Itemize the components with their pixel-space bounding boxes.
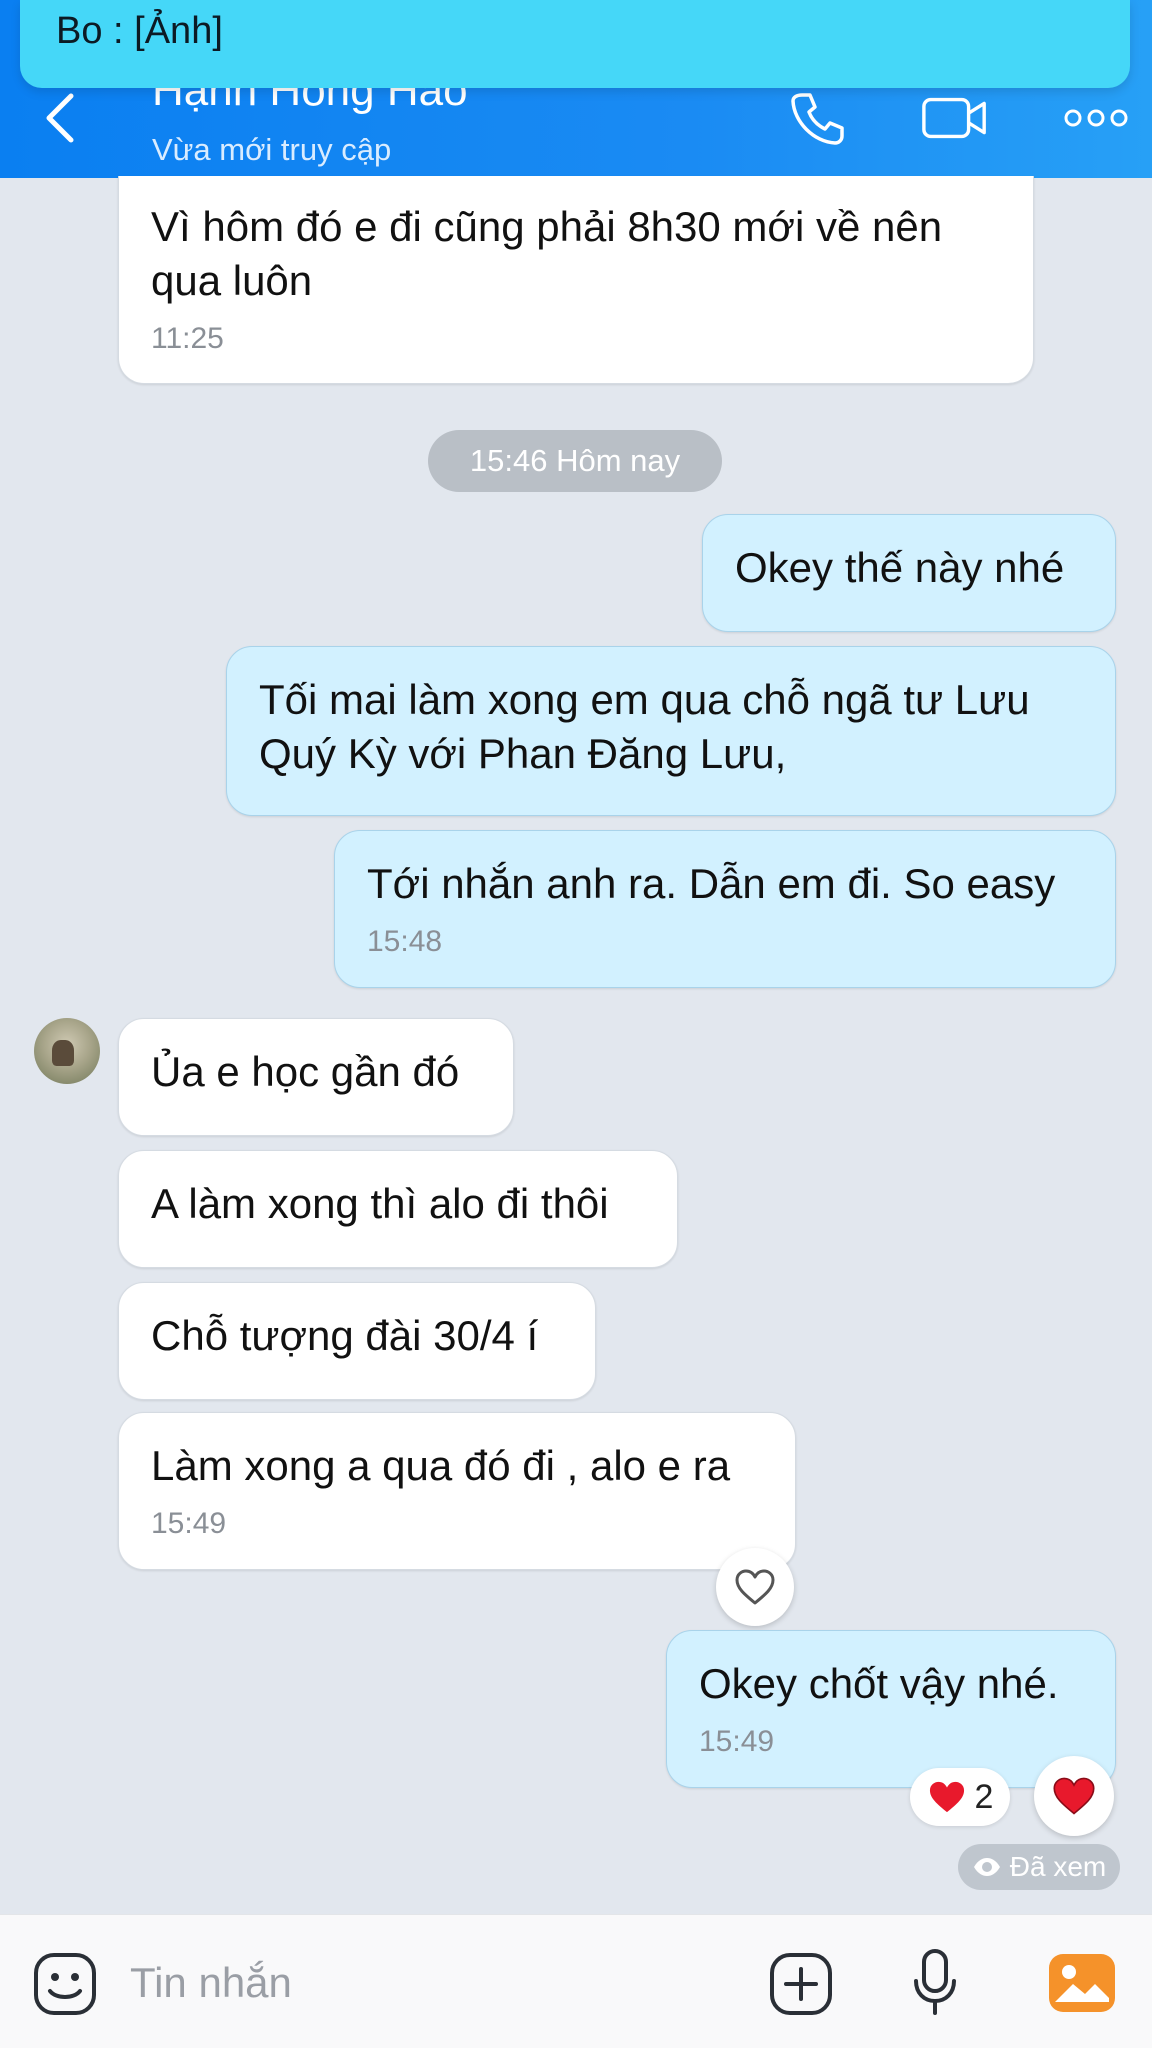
seen-status: Đã xem xyxy=(958,1844,1120,1890)
react-button[interactable] xyxy=(1034,1756,1114,1836)
reaction-count: 2 xyxy=(974,1777,994,1816)
message-text-line: Okey chốt vậy nhé. xyxy=(699,1660,1059,1707)
message-bubble-incoming[interactable]: A làm xong thì alo đi thôi xyxy=(118,1150,678,1268)
message-text-line: Quý Kỳ với Phan Đăng Lưu, xyxy=(259,730,787,777)
sticker-face-icon xyxy=(34,1953,96,2015)
seen-label: Đã xem xyxy=(1009,1851,1107,1882)
image-icon xyxy=(1049,1954,1115,2012)
more-options-button[interactable] xyxy=(1060,88,1132,148)
heart-outline-icon xyxy=(735,1569,775,1605)
message-bubble-outgoing[interactable]: Tối mai làm xong em qua chỗ ngã tư Lưu Q… xyxy=(226,646,1116,816)
message-text-line: Làm xong a qua đó đi , alo e ra xyxy=(151,1442,731,1489)
message-bubble-outgoing[interactable]: Okey thế này nhé xyxy=(702,514,1116,632)
add-attachment-button[interactable] xyxy=(766,1949,836,2019)
back-button[interactable] xyxy=(30,88,90,148)
message-composer xyxy=(0,1914,1152,2048)
voice-call-button[interactable] xyxy=(782,88,852,148)
message-text-line: Tối mai làm xong em qua chỗ ngã tư Lưu xyxy=(259,676,1030,723)
message-time: 15:49 xyxy=(699,1725,775,1758)
sticker-button[interactable] xyxy=(30,1949,100,2019)
message-bubble-incoming[interactable]: Làm xong a qua đó đi , alo e ra 15:49 xyxy=(118,1412,796,1570)
message-bubble-incoming[interactable]: Vì hôm đó e đi cũng phải 8h30 mới về nên… xyxy=(118,176,1034,384)
message-bubble-incoming[interactable]: Chỗ tượng đài 30/4 í xyxy=(118,1282,596,1400)
video-camera-icon xyxy=(922,97,986,139)
message-text-line: Vì hôm đó e đi cũng phải 8h30 mới về nên xyxy=(151,203,943,250)
message-text-line: Chỗ tượng đài 30/4 í xyxy=(151,1312,539,1359)
notification-banner[interactable]: Bo : [Ảnh] xyxy=(20,0,1130,88)
microphone-icon xyxy=(914,1949,956,2015)
phone-icon xyxy=(791,93,844,145)
message-time: 15:49 xyxy=(151,1507,227,1540)
more-dots-icon xyxy=(1064,109,1128,127)
video-call-button[interactable] xyxy=(920,88,990,148)
message-text-line: A làm xong thì alo đi thôi xyxy=(151,1180,609,1227)
chevron-left-icon xyxy=(46,93,74,143)
eye-icon xyxy=(973,1858,1000,1876)
heart-filled-icon xyxy=(1053,1777,1095,1815)
heart-filled-icon xyxy=(929,1781,964,1813)
contact-avatar[interactable] xyxy=(34,1018,100,1084)
message-text-line: Okey thế này nhé xyxy=(735,544,1065,591)
message-bubble-outgoing[interactable]: Tới nhắn anh ra. Dẫn em đi. So easy 15:4… xyxy=(334,830,1116,988)
photo-gallery-button[interactable] xyxy=(1046,1949,1118,2017)
message-bubble-incoming[interactable]: Ủa e học gần đó xyxy=(118,1018,514,1136)
voice-message-button[interactable] xyxy=(900,1945,970,2021)
message-time: 15:48 xyxy=(367,925,443,958)
message-time: 11:25 xyxy=(151,322,224,355)
notification-text: Bo : [Ảnh] xyxy=(56,10,223,52)
react-button[interactable] xyxy=(716,1548,794,1626)
message-text-line: Ủa e học gần đó xyxy=(151,1048,460,1095)
plus-box-icon xyxy=(770,1953,832,2015)
message-text-line: qua luôn xyxy=(151,257,313,304)
message-input[interactable] xyxy=(130,1953,730,2013)
contact-status: Vừa mới truy cập xyxy=(152,132,392,167)
date-divider: 15:46 Hôm nay xyxy=(428,430,722,492)
message-text-line: Tới nhắn anh ra. Dẫn em đi. So easy xyxy=(367,860,1056,907)
reaction-summary[interactable]: 2 xyxy=(910,1768,1010,1826)
